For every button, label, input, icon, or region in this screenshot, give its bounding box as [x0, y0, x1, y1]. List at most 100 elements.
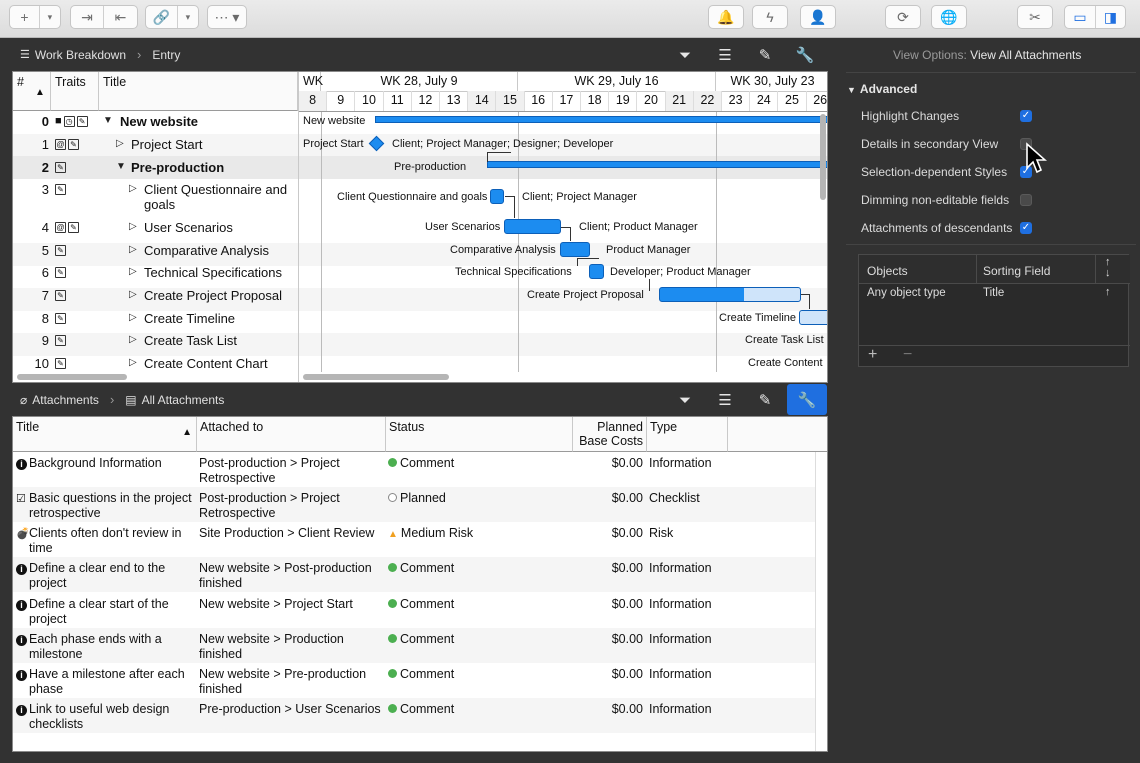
outline-row[interactable]: 3 ✎ ▷ Client Questionnaire and goals: [13, 182, 297, 218]
gantt-summary-bar[interactable]: [375, 116, 827, 123]
outline-row[interactable]: 9 ✎ ▷ Create Task List: [13, 333, 297, 353]
row-title[interactable]: Comparative Analysis: [144, 243, 310, 258]
outdent-icon[interactable]: ⇤: [104, 6, 137, 28]
breadcrumb-entry[interactable]: Entry: [152, 48, 180, 62]
cell-attached[interactable]: New website > Production finished: [199, 632, 384, 662]
row-title[interactable]: Create Task List: [144, 333, 310, 348]
cell-status[interactable]: Comment: [400, 561, 454, 575]
column-header-title[interactable]: Title: [99, 72, 298, 111]
table-row[interactable]: i Each phase ends with a milestone New web…: [13, 628, 815, 663]
cell-title[interactable]: Clients often don't review in time: [29, 526, 195, 556]
cell-status[interactable]: Comment: [400, 632, 454, 646]
cell-attached[interactable]: Post-production > Project Retrospective: [199, 456, 384, 486]
view-options-button[interactable]: 🔧: [787, 43, 823, 67]
view-options-button[interactable]: 🔧: [787, 384, 827, 415]
option-checkbox[interactable]: ✓: [1020, 110, 1032, 122]
remove-sort-button[interactable]: −: [903, 346, 912, 364]
cell-title[interactable]: Link to useful web design checklists: [29, 702, 195, 732]
tools-button[interactable]: ✂: [1017, 5, 1053, 29]
column-header-status[interactable]: Status: [386, 417, 573, 452]
column-header-attached[interactable]: Attached to: [197, 417, 386, 452]
breadcrumb-view[interactable]: Attachments: [32, 393, 99, 407]
outline-horizontal-scrollbar[interactable]: [17, 374, 127, 380]
cell-title[interactable]: Have a milestone after each phase: [29, 667, 195, 697]
table-row[interactable]: i Define a clear end to the project New we…: [13, 557, 815, 592]
outline-row[interactable]: 6 ✎ ▷ Technical Specifications: [13, 265, 297, 285]
cell-type[interactable]: Information: [649, 597, 712, 612]
indent-icon[interactable]: ⇥: [71, 6, 103, 28]
row-title[interactable]: User Scenarios: [144, 220, 310, 235]
advanced-section-header[interactable]: ▼ Advanced: [847, 82, 917, 96]
column-header-traits[interactable]: Traits: [51, 72, 99, 111]
cell-cost[interactable]: $0.00: [573, 597, 643, 612]
resources-button[interactable]: 👤: [800, 5, 836, 29]
breadcrumb[interactable]: ⌀ Attachments › ▤ All Attachments: [20, 392, 224, 407]
disclosure-open-icon[interactable]: ▼: [103, 115, 113, 126]
breadcrumb-view[interactable]: Work Breakdown: [35, 48, 126, 62]
cell-title[interactable]: Define a clear start of the project: [29, 597, 195, 627]
cell-cost[interactable]: $0.00: [573, 667, 643, 682]
disclosure-closed-icon[interactable]: ▷: [129, 289, 137, 300]
breadcrumb-entry[interactable]: All Attachments: [142, 393, 225, 407]
outline-row[interactable]: 5 ✎ ▷ Comparative Analysis: [13, 243, 297, 263]
disclosure-closed-icon[interactable]: ▷: [116, 138, 124, 149]
row-title[interactable]: Create Timeline: [144, 311, 310, 326]
chevron-down-icon[interactable]: ▾: [178, 6, 198, 28]
cell-cost[interactable]: $0.00: [573, 526, 643, 541]
gantt-task-bar[interactable]: [659, 287, 801, 302]
sort-ascending-icon[interactable]: ↑: [1105, 286, 1111, 298]
cell-status[interactable]: Comment: [400, 597, 454, 611]
sync-button[interactable]: ⟳: [885, 5, 921, 29]
filter-button[interactable]: ⏷: [667, 388, 703, 412]
sidebar-icon[interactable]: ◨: [1096, 6, 1125, 28]
disclosure-closed-icon[interactable]: ▷: [129, 183, 137, 194]
row-title[interactable]: New website: [120, 114, 286, 129]
disclosure-closed-icon[interactable]: ▷: [129, 357, 137, 368]
cell-status[interactable]: Planned: [400, 491, 446, 505]
option-checkbox[interactable]: [1020, 194, 1032, 206]
column-header-num[interactable]: # ▲: [13, 72, 51, 111]
cell-attached[interactable]: Pre-production > User Scenarios: [199, 702, 384, 717]
disclosure-closed-icon[interactable]: ▷: [129, 221, 137, 232]
cell-attached[interactable]: Post-production > Project Retrospective: [199, 491, 384, 521]
outline-row[interactable]: 4 @ ✎ ▷ User Scenarios: [13, 220, 297, 240]
cell-type[interactable]: Information: [649, 456, 712, 471]
cell-type[interactable]: Checklist: [649, 491, 700, 506]
cell-status[interactable]: Comment: [400, 456, 454, 470]
columns-button[interactable]: ☰: [707, 388, 743, 412]
style-button[interactable]: ✎: [747, 43, 783, 67]
gantt-task-bar[interactable]: [560, 242, 590, 257]
cell-status[interactable]: Comment: [400, 667, 454, 681]
cell-status[interactable]: Comment: [400, 702, 454, 716]
table-row[interactable]: i Have a milestone after each phase New we…: [13, 663, 815, 698]
outline-row[interactable]: 0 ■ ◷ ✎ ▼ New website: [13, 114, 297, 134]
cell-cost[interactable]: $0.00: [573, 456, 643, 471]
gantt-vertical-scrollbar[interactable]: [820, 114, 826, 200]
gantt-horizontal-scrollbar[interactable]: [303, 374, 449, 380]
row-title[interactable]: Client Questionnaire and goals: [144, 182, 294, 212]
sort-col-field[interactable]: Sorting Field: [983, 264, 1050, 278]
disclosure-closed-icon[interactable]: ▷: [129, 244, 137, 255]
filter-button[interactable]: ⏷: [667, 43, 703, 67]
cell-cost[interactable]: $0.00: [573, 702, 643, 717]
gantt-summary-bar[interactable]: [487, 161, 827, 168]
cell-attached[interactable]: Site Production > Client Review: [199, 526, 384, 541]
actions-button[interactable]: ϟ: [752, 5, 788, 29]
row-title[interactable]: Project Start: [131, 137, 297, 152]
row-title[interactable]: Create Content Chart: [144, 356, 310, 371]
publish-button[interactable]: 🌐: [931, 5, 967, 29]
disclosure-closed-icon[interactable]: ▷: [129, 334, 137, 345]
table-row[interactable]: ☑ Basic questions in the project retrospe…: [13, 487, 815, 522]
cell-status[interactable]: Medium Risk: [401, 526, 473, 540]
column-header-planned[interactable]: Planned Base Costs: [573, 417, 647, 452]
sort-row-object[interactable]: Any object type: [867, 287, 946, 299]
cell-attached[interactable]: New website > Project Start: [199, 597, 384, 612]
cell-attached[interactable]: New website > Pre-production finished: [199, 667, 384, 697]
cell-title[interactable]: Basic questions in the project retrospec…: [29, 491, 195, 521]
table-row[interactable]: 💣 Clients often don't review in time Site …: [13, 522, 815, 557]
breadcrumb[interactable]: ☰ Work Breakdown › Entry: [20, 47, 180, 62]
cell-title[interactable]: Background Information: [29, 456, 195, 471]
cell-type[interactable]: Information: [649, 561, 712, 576]
plus-icon[interactable]: +: [10, 6, 39, 28]
cell-type[interactable]: Information: [649, 667, 712, 682]
